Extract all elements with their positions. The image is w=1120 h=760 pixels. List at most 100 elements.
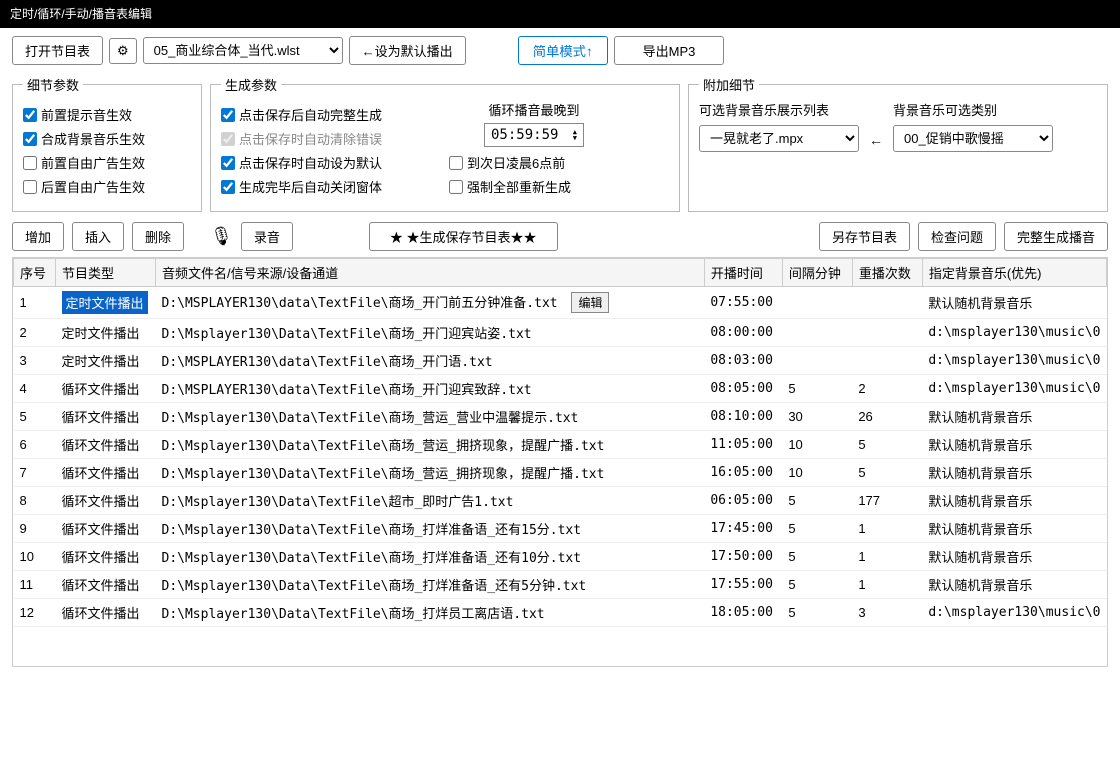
cell-file[interactable]: D:\MSPLAYER130\data\TextFile\商场_开门前五分钟准备… — [156, 287, 705, 319]
checkbox-pre-prompt[interactable]: 前置提示音生效 — [23, 105, 191, 124]
table-row[interactable]: 5循环文件播出D:\Msplayer130\Data\TextFile\商场_营… — [14, 403, 1107, 431]
cell-repeat: 2 — [852, 375, 922, 403]
cell-interval — [782, 347, 852, 375]
cell-start: 08:00:00 — [704, 319, 782, 347]
save-as-button[interactable]: 另存节目表 — [819, 222, 910, 251]
cell-file[interactable]: D:\Msplayer130\Data\TextFile\商场_打烊员工离店语.… — [156, 599, 705, 627]
bg-cat-select[interactable]: 00_促销中歌慢摇 — [893, 125, 1053, 152]
bg-list-select[interactable]: 一晃就老了.mpx — [699, 125, 859, 152]
cell-type[interactable]: 定时文件播出 — [56, 347, 156, 375]
table-row[interactable]: 1定时文件播出D:\MSPLAYER130\data\TextFile\商场_开… — [14, 287, 1107, 319]
settings-button[interactable]: ⚙ — [109, 38, 137, 64]
cell-type[interactable]: 定时文件播出 — [56, 319, 156, 347]
cell-start: 07:55:00 — [704, 287, 782, 319]
col-start[interactable]: 开播时间 — [704, 259, 782, 287]
microphone-icon: 🎙 — [210, 226, 233, 247]
checkbox-next-day-6am[interactable]: 到次日凌晨6点前 — [449, 153, 619, 172]
cell-repeat — [852, 287, 922, 319]
table-row[interactable]: 2定时文件播出D:\Msplayer130\Data\TextFile\商场_开… — [14, 319, 1107, 347]
cell-bg: 默认随机背景音乐 — [922, 487, 1106, 515]
loop-time-input[interactable]: 05:59:59 ▲▼ — [484, 123, 584, 147]
checkbox-force-regen[interactable]: 强制全部重新生成 — [449, 177, 619, 196]
cell-repeat: 1 — [852, 571, 922, 599]
simple-mode-button[interactable]: 简单模式↑ — [518, 36, 608, 65]
extra-detail-legend: 附加细节 — [699, 75, 759, 94]
cell-file[interactable]: D:\Msplayer130\Data\TextFile\商场_营运_营业中温馨… — [156, 403, 705, 431]
cell-no: 4 — [14, 375, 56, 403]
col-type[interactable]: 节目类型 — [56, 259, 156, 287]
cell-type[interactable]: 循环文件播出 — [56, 403, 156, 431]
generate-save-button[interactable]: ★ ★生成保存节目表★★ — [369, 222, 558, 251]
cell-type[interactable]: 循环文件播出 — [56, 431, 156, 459]
cell-bg: d:\msplayer130\music\0 — [922, 375, 1106, 403]
detail-params-group: 细节参数 前置提示音生效 合成背景音乐生效 前置自由广告生效 后置自由广告生效 — [12, 75, 202, 212]
cell-start: 08:05:00 — [704, 375, 782, 403]
cell-start: 17:50:00 — [704, 543, 782, 571]
cell-file[interactable]: D:\Msplayer130\Data\TextFile\商场_打烊准备语_还有… — [156, 571, 705, 599]
cell-start: 11:05:00 — [704, 431, 782, 459]
time-spinner[interactable]: ▲▼ — [573, 129, 577, 141]
col-file[interactable]: 音频文件名/信号来源/设备通道 — [156, 259, 705, 287]
cell-type[interactable]: 循环文件播出 — [56, 599, 156, 627]
cell-file[interactable]: D:\Msplayer130\Data\TextFile\商场_营运_拥挤现象，… — [156, 459, 705, 487]
cell-file[interactable]: D:\Msplayer130\Data\TextFile\商场_营运_拥挤现象，… — [156, 431, 705, 459]
gen-params-legend: 生成参数 — [221, 75, 281, 94]
cell-interval: 10 — [782, 459, 852, 487]
cell-type[interactable]: 循环文件播出 — [56, 571, 156, 599]
check-button[interactable]: 检查问题 — [918, 222, 996, 251]
window-titlebar: 定时/循环/手动/播音表编辑 — [0, 0, 1120, 28]
record-button[interactable]: 录音 — [241, 222, 293, 251]
col-interval[interactable]: 间隔分钟 — [782, 259, 852, 287]
cell-no: 11 — [14, 571, 56, 599]
checkbox-auto-full-gen[interactable]: 点击保存后自动完整生成 — [221, 105, 431, 124]
cell-type-selected[interactable]: 定时文件播出 — [62, 291, 148, 314]
cell-no: 12 — [14, 599, 56, 627]
table-row[interactable]: 8循环文件播出D:\Msplayer130\Data\TextFile\超市_即… — [14, 487, 1107, 515]
col-repeat[interactable]: 重播次数 — [852, 259, 922, 287]
table-row[interactable]: 12循环文件播出D:\Msplayer130\Data\TextFile\商场_… — [14, 599, 1107, 627]
detail-params-legend: 细节参数 — [23, 75, 83, 94]
cell-file[interactable]: D:\Msplayer130\Data\TextFile\超市_即时广告1.tx… — [156, 487, 705, 515]
table-row[interactable]: 7循环文件播出D:\Msplayer130\Data\TextFile\商场_营… — [14, 459, 1107, 487]
table-row[interactable]: 6循环文件播出D:\Msplayer130\Data\TextFile\商场_营… — [14, 431, 1107, 459]
table-row[interactable]: 10循环文件播出D:\Msplayer130\Data\TextFile\商场_… — [14, 543, 1107, 571]
arrow-left-icon: ← — [869, 132, 883, 152]
cell-bg: 默认随机背景音乐 — [922, 287, 1106, 319]
full-gen-button[interactable]: 完整生成播音 — [1004, 222, 1108, 251]
export-mp3-button[interactable]: 导出MP3 — [614, 36, 725, 65]
cell-file[interactable]: D:\MSPLAYER130\data\TextFile\商场_开门迎宾致辞.t… — [156, 375, 705, 403]
cell-file[interactable]: D:\MSPLAYER130\data\TextFile\商场_开门语.txt — [156, 347, 705, 375]
cell-type[interactable]: 循环文件播出 — [56, 515, 156, 543]
cell-interval: 5 — [782, 487, 852, 515]
checkbox-auto-set-default[interactable]: 点击保存时自动设为默认 — [221, 153, 431, 172]
set-default-button[interactable]: ←设为默认播出 — [349, 36, 466, 65]
checkbox-auto-close[interactable]: 生成完毕后自动关闭窗体 — [221, 177, 431, 196]
add-button[interactable]: 增加 — [12, 222, 64, 251]
cell-type[interactable]: 循环文件播出 — [56, 375, 156, 403]
edit-row-button[interactable]: 编辑 — [571, 292, 609, 313]
cell-type[interactable]: 循环文件播出 — [56, 543, 156, 571]
program-table-container: 序号 节目类型 音频文件名/信号来源/设备通道 开播时间 间隔分钟 重播次数 指… — [12, 257, 1108, 667]
checkbox-post-ad[interactable]: 后置自由广告生效 — [23, 177, 191, 196]
table-row[interactable]: 4循环文件播出D:\MSPLAYER130\data\TextFile\商场_开… — [14, 375, 1107, 403]
col-no[interactable]: 序号 — [14, 259, 56, 287]
cell-start: 18:05:00 — [704, 599, 782, 627]
table-row[interactable]: 3定时文件播出D:\MSPLAYER130\data\TextFile\商场_开… — [14, 347, 1107, 375]
cell-repeat: 26 — [852, 403, 922, 431]
cell-type[interactable]: 循环文件播出 — [56, 459, 156, 487]
insert-button[interactable]: 插入 — [72, 222, 124, 251]
checkbox-pre-ad[interactable]: 前置自由广告生效 — [23, 153, 191, 172]
cell-no: 2 — [14, 319, 56, 347]
cell-type[interactable]: 定时文件播出 — [56, 287, 156, 319]
table-row[interactable]: 9循环文件播出D:\Msplayer130\Data\TextFile\商场_打… — [14, 515, 1107, 543]
cell-file[interactable]: D:\Msplayer130\Data\TextFile\商场_打烊准备语_还有… — [156, 543, 705, 571]
checkbox-synth-bg[interactable]: 合成背景音乐生效 — [23, 129, 191, 148]
col-bg[interactable]: 指定背景音乐(优先) — [922, 259, 1106, 287]
table-row[interactable]: 11循环文件播出D:\Msplayer130\Data\TextFile\商场_… — [14, 571, 1107, 599]
cell-type[interactable]: 循环文件播出 — [56, 487, 156, 515]
file-select[interactable]: 05_商业综合体_当代.wlst — [143, 37, 343, 64]
cell-file[interactable]: D:\Msplayer130\Data\TextFile\商场_打烊准备语_还有… — [156, 515, 705, 543]
delete-button[interactable]: 删除 — [132, 222, 184, 251]
open-table-button[interactable]: 打开节目表 — [12, 36, 103, 65]
cell-file[interactable]: D:\Msplayer130\Data\TextFile\商场_开门迎宾站姿.t… — [156, 319, 705, 347]
